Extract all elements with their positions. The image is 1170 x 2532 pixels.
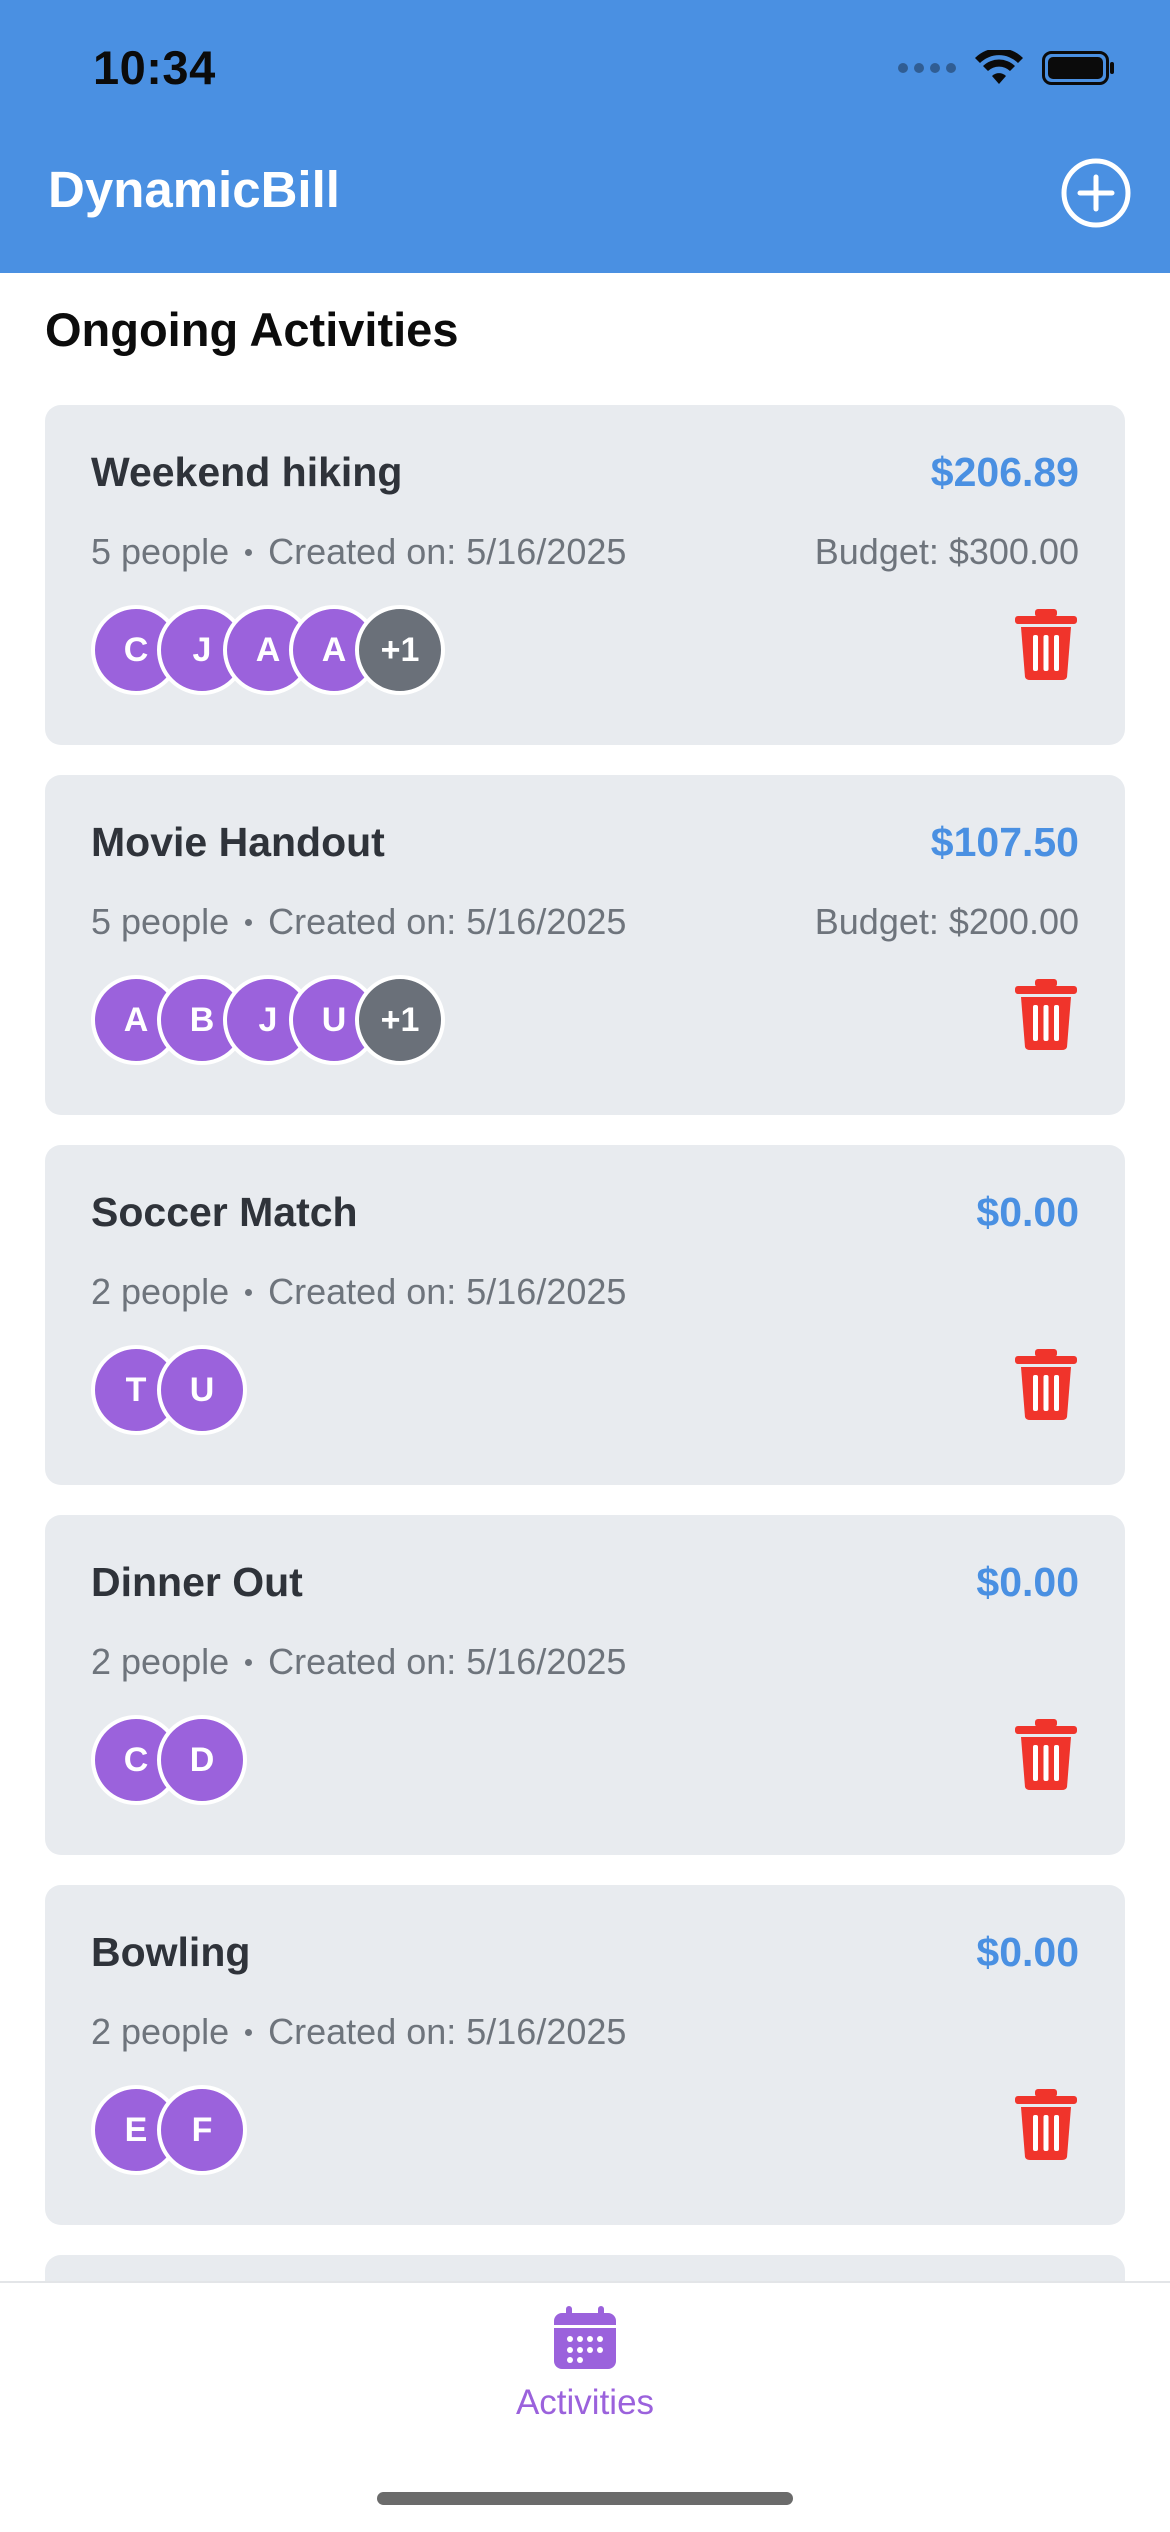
- avatar: U: [157, 1345, 247, 1435]
- status-icons: [898, 50, 1116, 86]
- home-indicator: [377, 2492, 793, 2505]
- activity-card[interactable]: Dinner Out $0.00 2 people Created on: 5/16/…: [45, 1515, 1125, 1855]
- trash-icon[interactable]: [1013, 977, 1079, 1051]
- activity-list[interactable]: Weekend hiking $206.89 5 people Created on:…: [45, 405, 1125, 2281]
- more-participants-badge: +1: [355, 605, 445, 695]
- more-participants-badge: +1: [355, 975, 445, 1065]
- people-count: 2 people: [91, 2011, 230, 2052]
- separator-dot: [245, 2028, 253, 2036]
- participant-avatars: CD: [91, 1715, 247, 1805]
- calendar-icon: [554, 2306, 616, 2369]
- separator-dot: [245, 548, 253, 556]
- avatar: F: [157, 2085, 247, 2175]
- activity-meta: 2 people Created on: 5/16/2025: [91, 1271, 626, 1313]
- activity-card[interactable]: [45, 2255, 1125, 2281]
- activity-card[interactable]: Soccer Match $0.00 2 people Created on: 5/1…: [45, 1145, 1125, 1485]
- status-time: 10:34: [93, 41, 216, 94]
- people-count: 5 people: [91, 531, 230, 572]
- trash-icon[interactable]: [1013, 2087, 1079, 2161]
- participant-avatars: C J A A +1: [91, 605, 445, 695]
- separator-dot: [245, 1658, 253, 1666]
- activity-meta: 2 people Created on: 5/16/2025: [91, 2011, 626, 2053]
- people-count: 2 people: [91, 1271, 230, 1312]
- activity-card[interactable]: Movie Handout $107.50 5 people Created on: …: [45, 775, 1125, 1115]
- avatar: D: [157, 1715, 247, 1805]
- activity-total: $0.00: [976, 1559, 1079, 1605]
- created-date: Created on: 5/16/2025: [268, 901, 627, 942]
- activity-meta: 5 people Created on: 5/16/2025: [91, 901, 626, 943]
- activity-card[interactable]: Weekend hiking $206.89 5 people Created on:…: [45, 405, 1125, 745]
- app-title: DynamicBill: [48, 161, 340, 218]
- created-date: Created on: 5/16/2025: [268, 2011, 627, 2052]
- separator-dot: [245, 918, 253, 926]
- activity-meta: 2 people Created on: 5/16/2025: [91, 1641, 626, 1683]
- people-count: 2 people: [91, 1641, 230, 1682]
- activity-budget: Budget: $200.00: [814, 901, 1079, 942]
- created-date: Created on: 5/16/2025: [268, 1641, 627, 1682]
- participant-avatars: EF: [91, 2085, 247, 2175]
- battery-icon: [1042, 51, 1114, 85]
- activity-name: Soccer Match: [91, 1189, 358, 1235]
- created-date: Created on: 5/16/2025: [268, 1271, 627, 1312]
- activity-name: Dinner Out: [91, 1559, 303, 1605]
- activity-meta: 5 people Created on: 5/16/2025: [91, 531, 626, 573]
- activity-total: $107.50: [930, 819, 1079, 865]
- people-count: 5 people: [91, 901, 230, 942]
- activity-total: $0.00: [976, 1929, 1079, 1975]
- trash-icon[interactable]: [1013, 607, 1079, 681]
- participant-avatars: A B J U +1: [91, 975, 445, 1065]
- wifi-icon: [975, 50, 1023, 84]
- activity-total: $0.00: [976, 1189, 1079, 1235]
- plus-circle-icon[interactable]: [1060, 157, 1132, 229]
- activity-name: Weekend hiking: [91, 449, 403, 495]
- activity-total: $206.89: [930, 449, 1079, 495]
- trash-icon[interactable]: [1013, 1717, 1079, 1791]
- trash-icon[interactable]: [1013, 1347, 1079, 1421]
- separator-dot: [245, 1288, 253, 1296]
- participant-avatars: TU: [91, 1345, 247, 1435]
- tab-activities[interactable]: Activities: [485, 2303, 685, 2423]
- activity-name: Bowling: [91, 1929, 251, 1975]
- tab-activities-label: Activities: [515, 2383, 655, 2422]
- section-title: Ongoing Activities: [45, 303, 459, 356]
- cellular-signal-icon: [898, 63, 956, 73]
- app-header: 10:34 DynamicBill: [0, 0, 1170, 273]
- activity-budget: Budget: $300.00: [814, 531, 1079, 572]
- activity-card[interactable]: Bowling $0.00 2 people Created on: 5/16/202…: [45, 1885, 1125, 2225]
- created-date: Created on: 5/16/2025: [268, 531, 627, 572]
- activity-name: Movie Handout: [91, 819, 385, 865]
